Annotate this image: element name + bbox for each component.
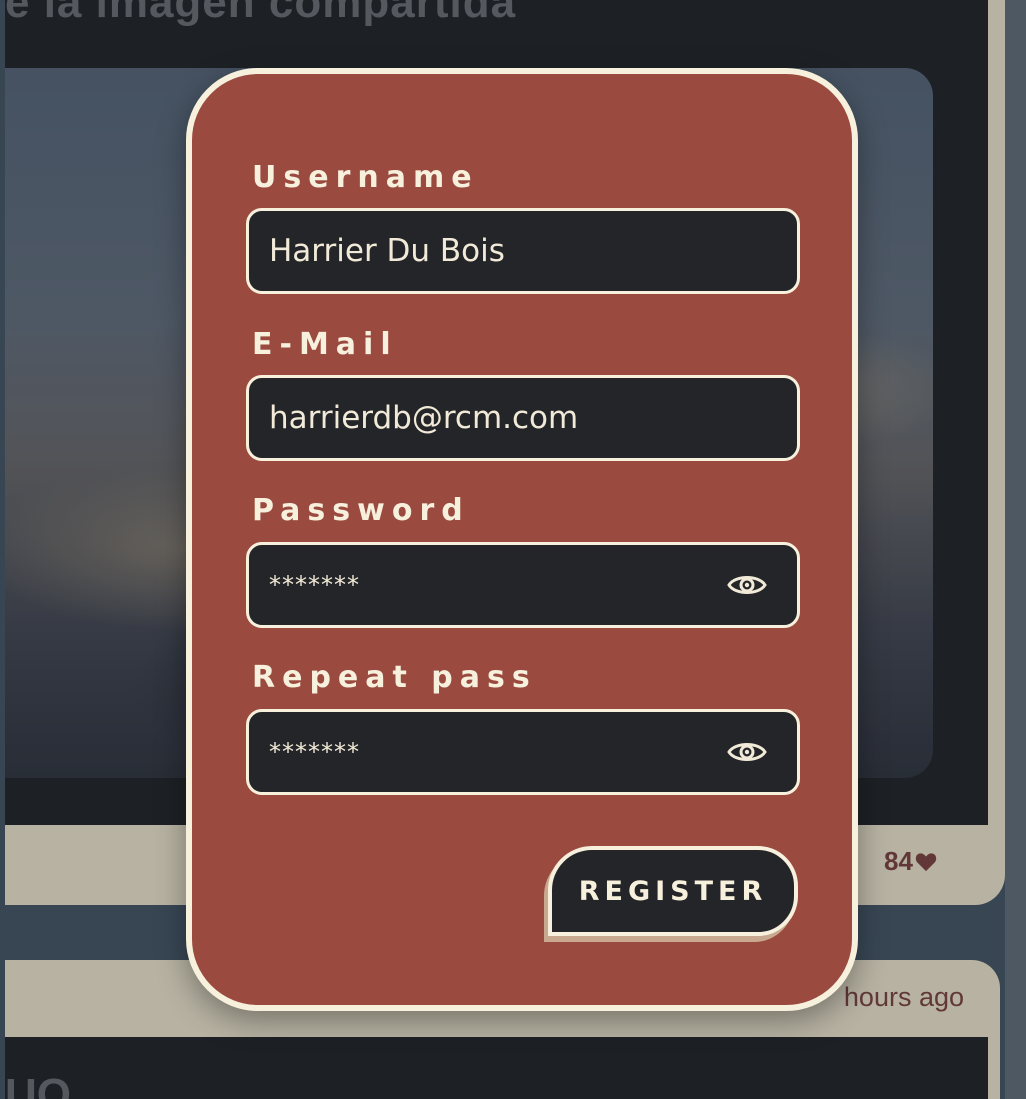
register-button[interactable]: REGISTER	[548, 846, 798, 936]
repeat-password-value: *******	[269, 738, 360, 766]
password-value: *******	[269, 571, 360, 599]
username-field[interactable]: Harrier Du Bois	[246, 208, 800, 294]
register-modal: Username Harrier Du Bois E-Mail harrierd…	[186, 68, 858, 1011]
password-label: Password	[252, 493, 470, 528]
eye-icon[interactable]	[727, 739, 767, 765]
email-value: harrierdb@rcm.com	[269, 400, 579, 436]
username-label: Username	[252, 160, 479, 195]
username-value: Harrier Du Bois	[269, 233, 505, 269]
email-label: E-Mail	[252, 327, 398, 362]
eye-icon[interactable]	[727, 572, 767, 598]
email-field[interactable]: harrierdb@rcm.com	[246, 375, 800, 461]
password-field[interactable]: *******	[246, 542, 800, 628]
repeat-password-field[interactable]: *******	[246, 709, 800, 795]
repeat-password-label: Repeat pass	[252, 660, 537, 695]
